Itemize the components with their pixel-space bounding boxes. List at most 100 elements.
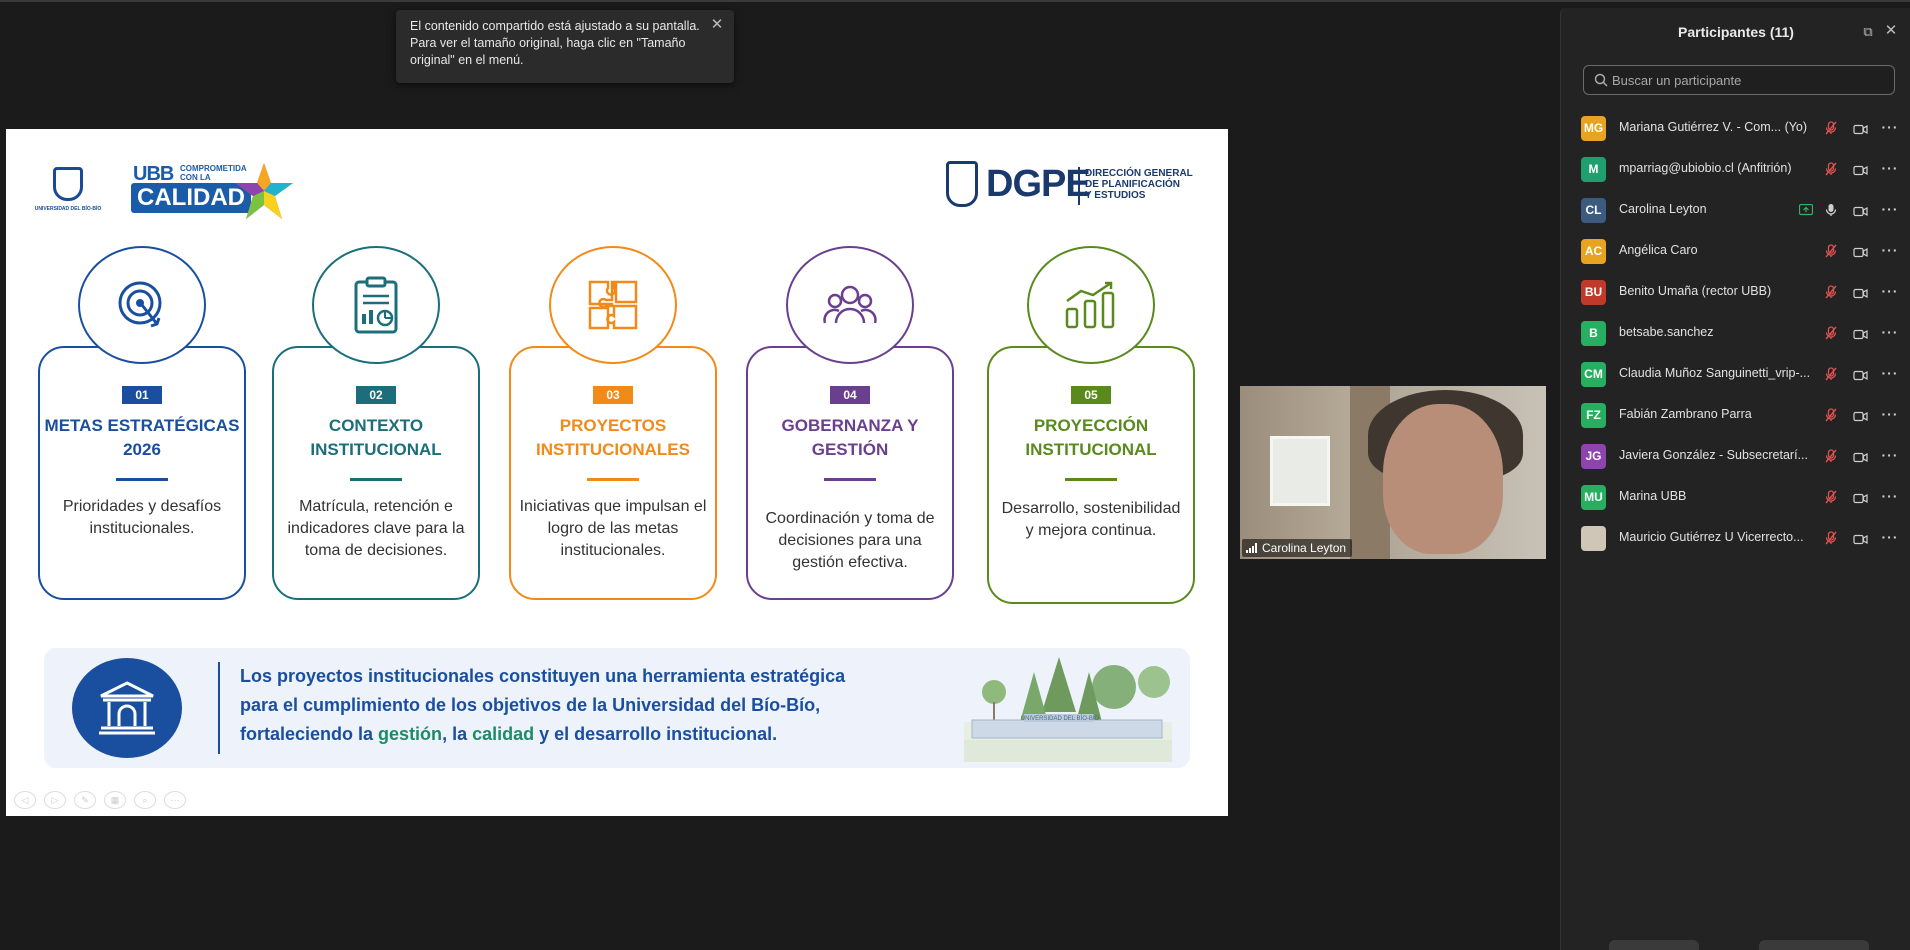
notification-text: El contenido compartido está ajustado a … (410, 19, 700, 67)
camera-icon[interactable] (1853, 204, 1868, 222)
camera-icon[interactable] (1853, 163, 1868, 181)
mic-muted-icon[interactable] (1825, 326, 1837, 345)
puzzle-icon (588, 280, 638, 330)
mic-muted-icon[interactable] (1825, 367, 1837, 386)
camera-icon[interactable] (1853, 409, 1868, 427)
camera-icon[interactable] (1853, 286, 1868, 304)
participant-name: Benito Umaña (rector UBB) (1619, 284, 1772, 298)
participant-name: Mauricio Gutiérrez U Vicerrecto... (1619, 530, 1804, 544)
card-icon-circle (1027, 246, 1155, 364)
more-options-icon[interactable]: ··· (1879, 322, 1901, 342)
card-number: 01 (122, 386, 162, 404)
camera-icon[interactable] (1853, 122, 1868, 140)
ubb-calidad-logo: UBB COMPROMETIDA CON LA CALIDAD (123, 159, 303, 223)
mic-muted-icon[interactable] (1825, 449, 1837, 468)
more-options-icon[interactable]: ··· (1879, 281, 1901, 301)
dgpe-line-1: DIRECCIÓN GENERAL (1085, 168, 1193, 179)
mic-muted-icon[interactable] (1825, 531, 1837, 550)
participant-row[interactable]: MU Marina UBB ··· (1561, 477, 1910, 518)
more-options-icon[interactable]: ··· (1879, 527, 1901, 547)
more-options-icon[interactable]: ··· (1879, 158, 1901, 178)
more-options-icon[interactable]: ⋯ (164, 791, 186, 809)
close-panel-icon[interactable]: ✕ (1882, 22, 1900, 40)
participant-row[interactable]: Bbetsabe.sanchez ··· (1561, 313, 1910, 354)
dgpe-logo-text: DGPE (986, 163, 1091, 205)
shared-screen-slide: UNIVERSIDAD DEL BÍO-BÍO UBB COMPROMETIDA… (6, 129, 1228, 816)
card-number: 02 (356, 386, 396, 404)
campus-sign-text: UNIVERSIDAD DEL BÍO-BÍO (1021, 715, 1100, 722)
next-slide-icon[interactable]: ▷ (44, 791, 66, 809)
zoom-icon[interactable]: ⌕ (134, 791, 156, 809)
participant-row[interactable]: CM Claudia Muñoz Sanguinetti_vrip-... ··· (1561, 354, 1910, 395)
card-description: Matrícula, retención e indicadores clave… (287, 498, 465, 559)
more-options-icon[interactable]: ··· (1879, 199, 1901, 219)
camera-icon[interactable] (1853, 450, 1868, 468)
more-options-icon[interactable]: ··· (1879, 240, 1901, 260)
more-options-icon[interactable]: ··· (1879, 363, 1901, 383)
mic-muted-icon[interactable] (1825, 285, 1837, 304)
dgpe-divider (1078, 167, 1080, 205)
participant-search[interactable] (1583, 65, 1895, 95)
campus-illustration: UNIVERSIDAD DEL BÍO-BÍO (964, 652, 1172, 762)
screen-share-icon (1798, 203, 1814, 221)
participant-row[interactable]: CL Carolina Leyton ··· (1561, 190, 1910, 231)
card-icon-circle (78, 246, 206, 364)
invite-button[interactable] (1609, 940, 1699, 950)
participant-name: Marina UBB (1619, 489, 1687, 503)
card-rule (350, 478, 402, 481)
mic-muted-icon[interactable] (1825, 408, 1837, 427)
more-options-icon[interactable]: ··· (1879, 445, 1901, 465)
camera-icon[interactable] (1853, 368, 1868, 386)
participant-name: Mariana Gutiérrez V. - Com... (Yo) (1619, 120, 1808, 134)
participant-name: betsabe.sanchez (1619, 325, 1714, 339)
avatar: BU (1581, 280, 1606, 305)
participant-row[interactable]: Mauricio Gutiérrez U Vicerrecto... ··· (1561, 518, 1910, 559)
more-options-icon[interactable]: ··· (1879, 117, 1901, 137)
window-top-border (0, 0, 1910, 2)
mic-muted-icon[interactable] (1825, 490, 1837, 509)
ubb-seal-text: UNIVERSIDAD DEL BÍO-BÍO (34, 206, 102, 212)
video-name-label: Carolina Leyton (1242, 539, 1353, 557)
banner-line-2: para el cumplimiento de los objetivos de… (240, 695, 821, 715)
mic-muted-icon[interactable] (1825, 244, 1837, 263)
participant-row[interactable]: AC Angélica Caro ··· (1561, 231, 1910, 272)
dgpe-logo-subtitle: DIRECCIÓN GENERAL DE PLANIFICACIÓN Y EST… (1085, 168, 1193, 201)
card-number: 03 (593, 386, 633, 404)
card-description: Coordinación y toma de decisiones para u… (765, 510, 935, 571)
card-title: METAS ESTRATÉGICAS 2026 (44, 416, 240, 459)
camera-icon[interactable] (1853, 245, 1868, 263)
dgpe-logo: DGPE DIRECCIÓN GENERAL DE PLANIFICACIÓN … (946, 159, 1196, 214)
more-options-icon[interactable]: ··· (1879, 486, 1901, 506)
participant-row[interactable]: BU Benito Umaña (rector UBB) ··· (1561, 272, 1910, 313)
dgpe-seal-icon (946, 161, 978, 207)
participant-row[interactable]: FZ Fabián Zambrano Parra ··· (1561, 395, 1910, 436)
banner-message: Los proyectos institucionales constituye… (240, 662, 900, 749)
pen-icon[interactable]: ✎ (74, 791, 96, 809)
mic-icon[interactable] (1825, 203, 1837, 222)
camera-icon[interactable] (1853, 491, 1868, 509)
participant-row[interactable]: Mmparriag@ubiobio.cl (Anfitrión) ··· (1561, 149, 1910, 190)
slide-controls: ◁ ▷ ✎ ▦ ⌕ ⋯ (14, 791, 186, 809)
target-icon (118, 281, 162, 328)
participant-row[interactable]: MG Mariana Gutiérrez V. - Com... (Yo) ··· (1561, 108, 1910, 149)
search-input[interactable] (1612, 70, 1882, 90)
pop-out-icon[interactable]: ⧉ (1860, 24, 1876, 40)
video-background-frame (1270, 436, 1330, 506)
camera-icon[interactable] (1853, 532, 1868, 550)
mic-muted-icon[interactable] (1825, 162, 1837, 181)
avatar: CM (1581, 362, 1606, 387)
participant-row[interactable]: JG Javiera González - Subsecretarí... ··· (1561, 436, 1910, 477)
mute-all-button[interactable] (1759, 940, 1869, 950)
mic-muted-icon[interactable] (1825, 121, 1837, 140)
camera-icon[interactable] (1853, 327, 1868, 345)
slides-grid-icon[interactable]: ▦ (104, 791, 126, 809)
card-description: Prioridades y desafíos institucionales. (62, 498, 222, 537)
card-title: GOBERNANZA Y GESTIÓN (781, 416, 919, 459)
dgpe-line-3: Y ESTUDIOS (1085, 190, 1146, 201)
avatar: FZ (1581, 403, 1606, 428)
close-icon[interactable]: ✕ (708, 16, 726, 34)
avatar: AC (1581, 239, 1606, 264)
more-options-icon[interactable]: ··· (1879, 404, 1901, 424)
video-tile[interactable]: Carolina Leyton (1240, 386, 1546, 559)
previous-slide-icon[interactable]: ◁ (14, 791, 36, 809)
